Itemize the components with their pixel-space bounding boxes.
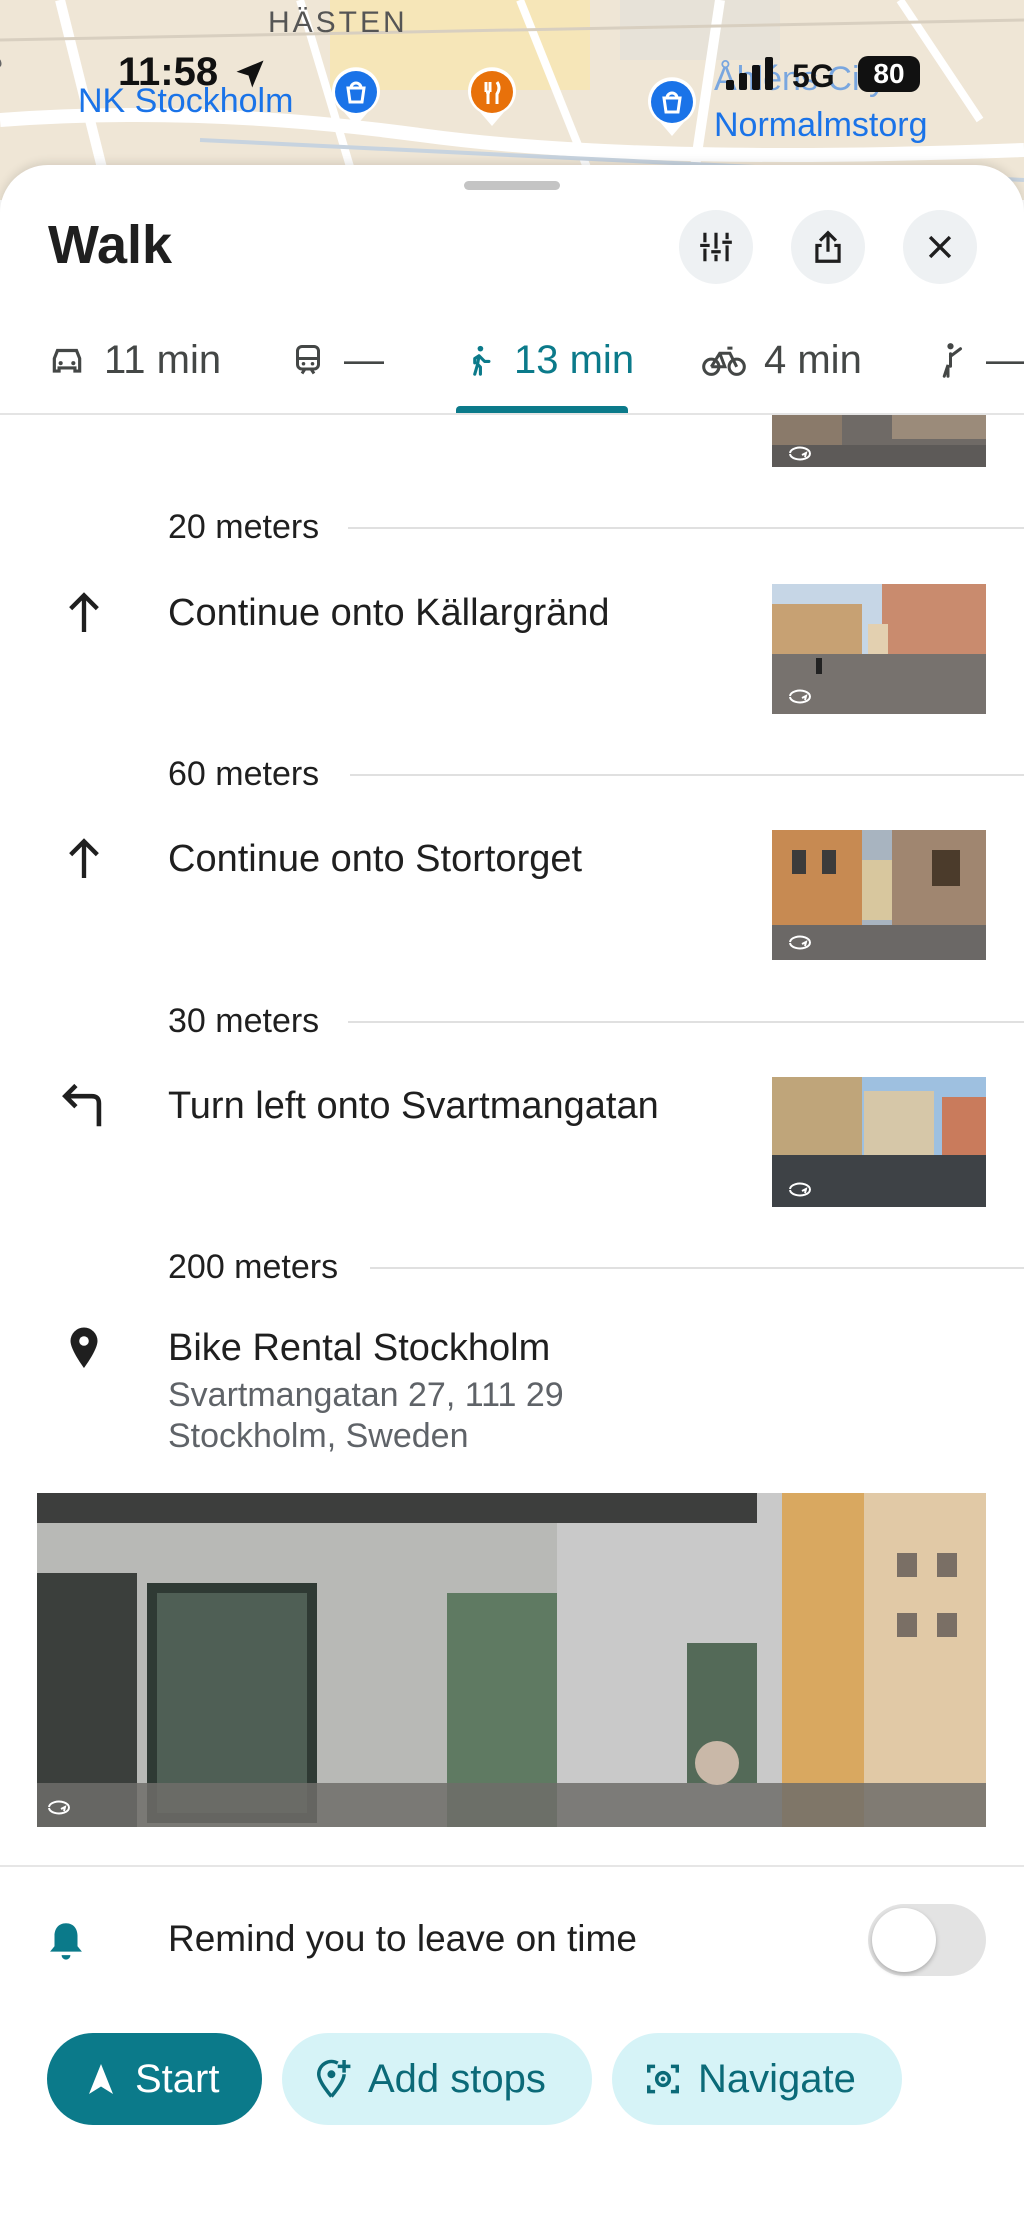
network-label: 5G: [792, 58, 835, 94]
distance-divider: [348, 1021, 1024, 1023]
step-distance: 30 meters: [168, 1002, 320, 1040]
close-button[interactable]: [903, 210, 977, 284]
add-location-icon: [317, 2059, 351, 2098]
bike-icon: [702, 346, 746, 376]
map-district-label: HÄSTEN: [268, 6, 408, 39]
reminder-toggle[interactable]: [868, 1904, 986, 1976]
active-tab-indicator: [456, 406, 628, 413]
close-icon: [928, 235, 952, 259]
street-view-thumbnail[interactable]: [772, 830, 986, 960]
map-poi-normalmstorg[interactable]: Normalmstorg: [714, 106, 927, 145]
tab-walk-label: 13 min: [514, 337, 635, 382]
step-distance: 20 meters: [168, 508, 320, 546]
turn-left-icon: [62, 1083, 102, 1127]
arrow-up-icon: [69, 592, 99, 632]
tab-drive[interactable]: 11 min: [48, 330, 221, 390]
distance-divider: [350, 774, 1024, 776]
distance-divider: [348, 527, 1024, 529]
step-instruction[interactable]: Turn left onto Svartmangatan: [168, 1085, 659, 1128]
tab-bike-label: 4 min: [764, 337, 862, 382]
ride-icon: [942, 343, 962, 378]
tab-bike[interactable]: 4 min: [702, 330, 862, 390]
car-icon: [52, 348, 82, 373]
transit-icon: [296, 345, 320, 375]
start-button[interactable]: Start: [47, 2033, 262, 2125]
destination-address-line2: Stockholm, Sweden: [168, 1417, 469, 1455]
bottom-divider: [0, 1865, 1024, 1867]
add-stops-button-label: Add stops: [368, 2056, 546, 2101]
live-view-icon: [647, 2064, 679, 2094]
location-arrow-icon: [236, 60, 264, 88]
tab-ride[interactable]: —: [938, 330, 1024, 390]
battery-indicator: 80: [858, 56, 920, 92]
street-view-thumbnail[interactable]: [772, 1077, 986, 1207]
tab-ride-label: —: [986, 337, 1024, 382]
battery-level: 80: [873, 58, 905, 89]
destination-address-line1: Svartmangatan 27, 111 29: [168, 1376, 564, 1414]
signal-icon: [726, 57, 773, 90]
arrow-up-icon: [69, 838, 99, 878]
bell-icon: [50, 1923, 82, 1960]
distance-divider: [370, 1267, 1024, 1269]
navigate-button[interactable]: Navigate: [612, 2033, 902, 2125]
navigation-arrow-icon: [89, 2064, 113, 2094]
shopping-pin-icon[interactable]: [646, 72, 698, 138]
step-instruction[interactable]: Continue onto Stortorget: [168, 838, 582, 881]
route-options-button[interactable]: [679, 210, 753, 284]
step-distance: 200 meters: [168, 1248, 339, 1286]
tab-walk[interactable]: 13 min: [462, 330, 634, 390]
add-stops-button[interactable]: Add stops: [282, 2033, 592, 2125]
step-instruction[interactable]: Continue onto Källargränd: [168, 592, 610, 635]
navigate-button-label: Navigate: [698, 2056, 856, 2101]
sheet-drag-handle[interactable]: [464, 181, 560, 190]
restaurant-pin-icon[interactable]: [466, 62, 518, 128]
share-icon: [815, 230, 841, 263]
tune-icon: [700, 232, 732, 262]
destination-name[interactable]: Bike Rental Stockholm: [168, 1327, 550, 1370]
shopping-pin-icon[interactable]: [330, 62, 382, 128]
destination-street-view-image[interactable]: [37, 1493, 986, 1827]
location-pin-icon: [70, 1327, 98, 1368]
status-time: 11:58: [118, 50, 219, 94]
tab-transit[interactable]: —: [290, 330, 384, 390]
toggle-knob: [872, 1908, 936, 1972]
tab-drive-label: 11 min: [104, 337, 222, 382]
reminder-label: Remind you to leave on time: [168, 1918, 637, 1959]
start-button-label: Start: [135, 2056, 220, 2101]
walk-icon: [473, 345, 491, 376]
page-title: Walk: [48, 215, 173, 275]
share-button[interactable]: [791, 210, 865, 284]
street-view-thumbnail[interactable]: [772, 584, 986, 714]
tab-transit-label: —: [344, 337, 384, 382]
step-distance: 60 meters: [168, 755, 320, 793]
street-view-thumbnail[interactable]: [772, 415, 986, 467]
